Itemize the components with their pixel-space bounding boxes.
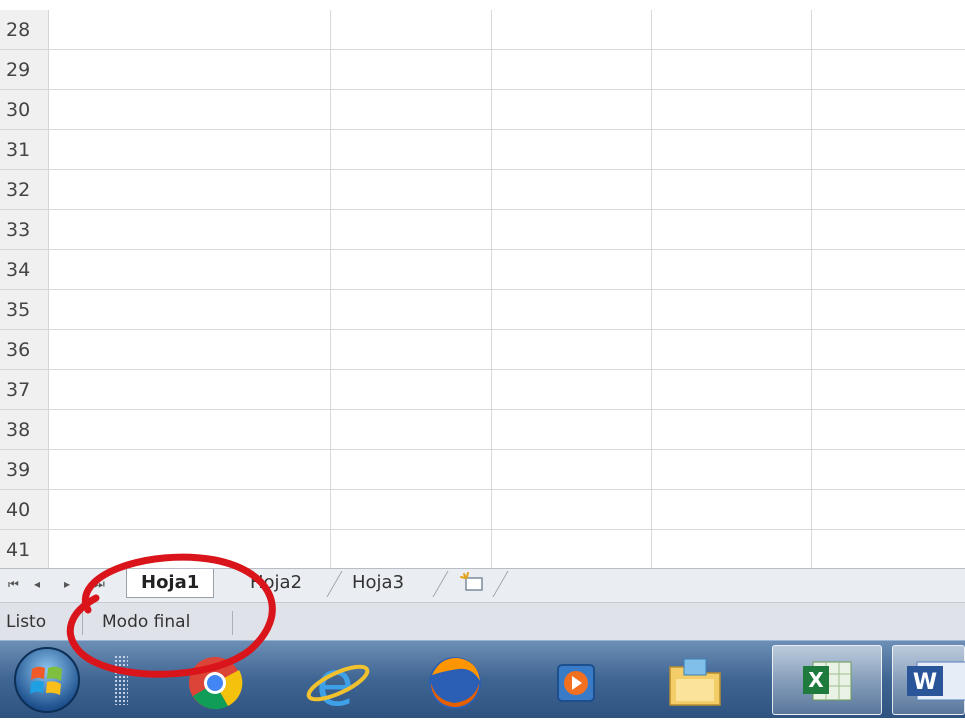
taskbar-file-explorer[interactable] — [640, 645, 750, 715]
gridline — [48, 129, 965, 130]
row-header[interactable]: 41 — [0, 530, 48, 570]
gridline — [48, 449, 965, 450]
media-player-icon — [557, 664, 595, 702]
gridline — [48, 489, 965, 490]
worksheet-grid[interactable]: 28 29 30 31 32 33 34 35 36 37 38 39 40 4… — [0, 10, 965, 570]
gridline — [48, 49, 965, 50]
tab-hoja3[interactable]: Hoja3 — [338, 569, 418, 597]
row-header[interactable]: 33 — [0, 210, 48, 250]
row-header[interactable]: 31 — [0, 130, 48, 170]
gridline — [48, 249, 965, 250]
svg-text:X: X — [808, 668, 824, 692]
prev-sheet-button[interactable]: ◂ — [34, 577, 40, 591]
status-ready: Listo — [6, 612, 47, 632]
gridline — [48, 409, 965, 410]
insert-sheet-button[interactable] — [446, 569, 500, 597]
file-explorer-icon — [669, 658, 721, 706]
gridline — [48, 369, 965, 370]
row-header[interactable]: 37 — [0, 370, 48, 410]
firefox-icon — [429, 657, 481, 709]
gridline — [48, 329, 965, 330]
status-bar: Listo Modo final — [0, 602, 965, 641]
taskbar-word[interactable]: W — [892, 645, 965, 715]
taskbar-chrome[interactable] — [160, 645, 270, 715]
status-divider — [82, 611, 83, 635]
taskbar-media-player[interactable] — [520, 645, 630, 715]
status-divider — [232, 611, 233, 635]
cell-area[interactable] — [48, 10, 965, 568]
gridline — [48, 169, 965, 170]
row-header[interactable]: 34 — [0, 250, 48, 290]
tab-label: Hoja3 — [352, 572, 405, 593]
taskbar-internet-explorer[interactable]: e — [280, 645, 390, 720]
row-header[interactable]: 28 — [0, 10, 48, 50]
status-final-mode[interactable]: Modo final — [102, 603, 190, 641]
taskbar-excel[interactable]: X — [772, 645, 882, 715]
gridline — [48, 529, 965, 530]
row-header[interactable]: 30 — [0, 90, 48, 130]
row-header[interactable]: 39 — [0, 450, 48, 490]
taskbar: e X W — [0, 640, 965, 720]
internet-explorer-icon: e — [306, 647, 370, 720]
tab-label: Hoja2 — [250, 572, 303, 593]
tab-label: Hoja1 — [141, 572, 200, 593]
gridline — [48, 209, 965, 210]
row-header[interactable]: 29 — [0, 50, 48, 90]
chrome-icon — [189, 657, 243, 710]
start-button[interactable] — [10, 643, 84, 722]
last-sheet-button[interactable]: ⏭ — [94, 577, 105, 592]
row-header[interactable]: 40 — [0, 490, 48, 530]
gridline — [811, 10, 812, 568]
row-header[interactable]: 32 — [0, 170, 48, 210]
row-header[interactable]: 35 — [0, 290, 48, 330]
gridline — [651, 10, 652, 568]
row-header[interactable]: 36 — [0, 330, 48, 370]
taskbar-firefox[interactable] — [400, 645, 510, 715]
first-sheet-button[interactable]: ⏮ — [8, 577, 19, 592]
row-header[interactable]: 38 — [0, 410, 48, 450]
gridline — [491, 10, 492, 568]
next-sheet-button[interactable]: ▸ — [64, 577, 70, 591]
excel-icon: X — [803, 661, 852, 701]
svg-text:W: W — [913, 670, 937, 695]
word-icon: W — [907, 661, 965, 701]
insert-sheet-icon — [460, 572, 483, 591]
taskbar-gripper[interactable] — [114, 655, 128, 705]
gridline — [48, 289, 965, 290]
gridline — [48, 89, 965, 90]
tab-hoja2[interactable]: Hoja2 — [236, 569, 316, 597]
start-orb-icon — [14, 647, 80, 713]
gridline — [330, 10, 331, 568]
sheet-tab-bar: ⏮ ◂ ▸ ⏭ Hoja1 Hoja2 Hoja3 — [0, 568, 965, 603]
tab-hoja1[interactable]: Hoja1 — [126, 569, 215, 598]
row-headers: 28 29 30 31 32 33 34 35 36 37 38 39 40 4… — [0, 10, 49, 570]
